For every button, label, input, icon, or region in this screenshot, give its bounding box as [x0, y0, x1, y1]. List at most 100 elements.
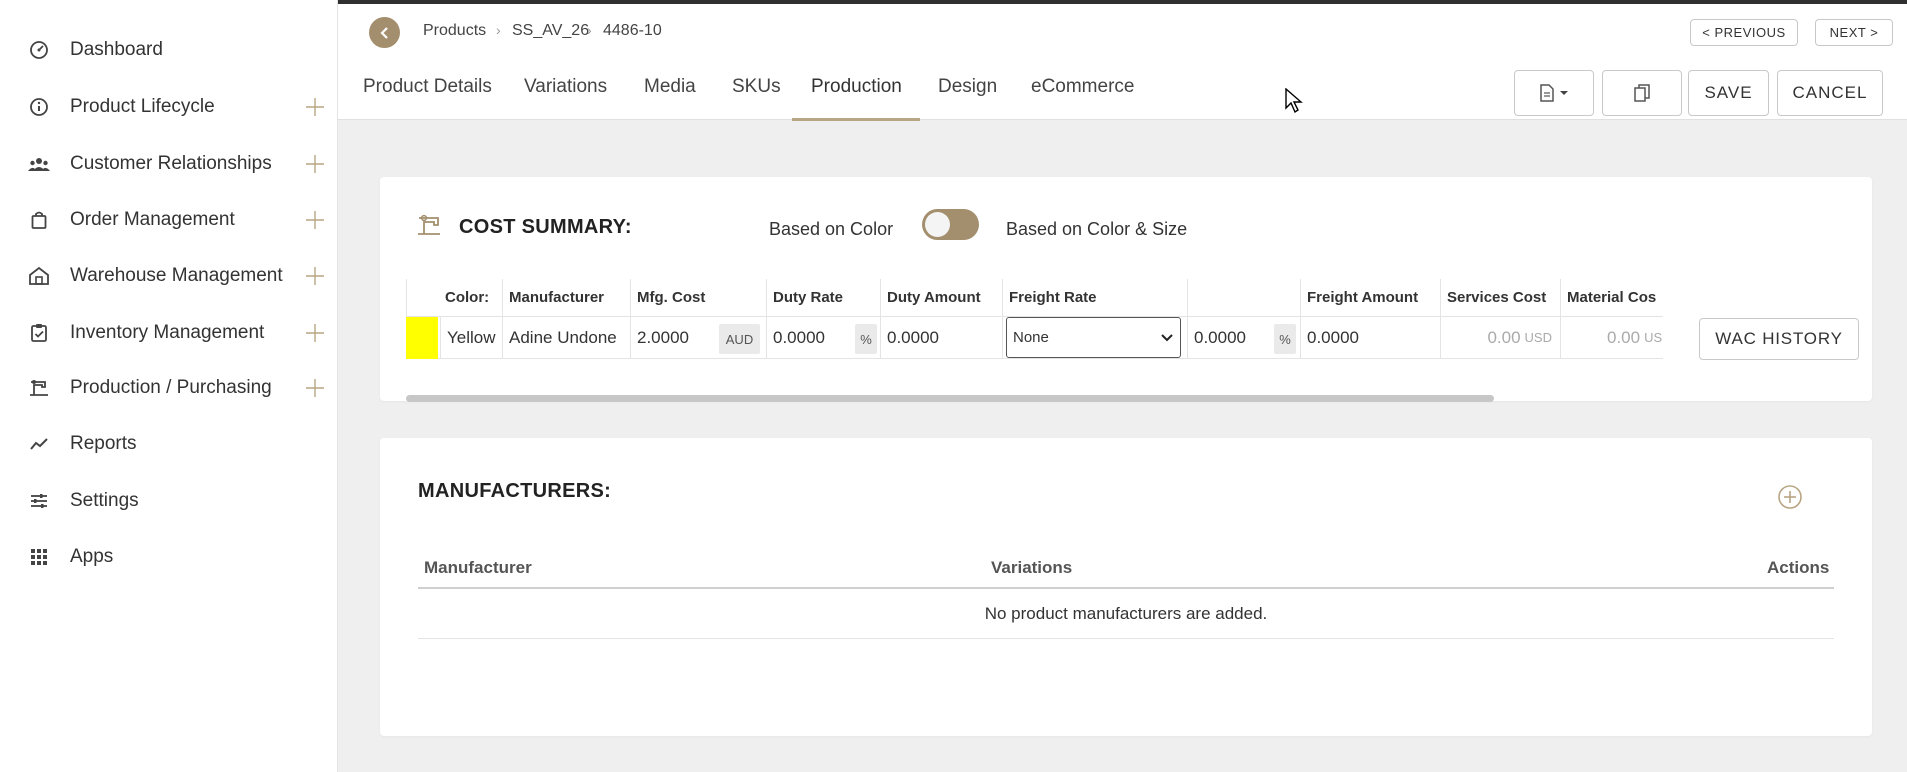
services-cost-currency: USD	[1524, 330, 1552, 345]
breadcrumb-separator: ›	[587, 22, 592, 38]
sidebar-item-label: Warehouse Management	[70, 265, 283, 286]
column-header-manufacturer: Manufacturer	[502, 279, 630, 316]
cost-basis-toggle[interactable]	[922, 209, 979, 240]
breadcrumb-products[interactable]: Products	[423, 22, 486, 40]
next-button[interactable]: NEXT >	[1815, 19, 1893, 46]
sidebar-item-customer-relationships[interactable]: Customer Relationships	[0, 142, 338, 186]
breadcrumb-separator: ›	[496, 22, 501, 38]
copy-button[interactable]	[1602, 70, 1682, 116]
breadcrumb-current: 4486-10	[603, 22, 662, 39]
back-button[interactable]	[369, 17, 400, 48]
sidebar-item-label: Inventory Management	[70, 322, 265, 343]
material-cost-value: 0.00	[1607, 327, 1641, 347]
material-cost-currency: US	[1644, 330, 1663, 345]
column-header-mfg-cost: Mfg. Cost	[630, 279, 766, 316]
save-button[interactable]: SAVE	[1688, 70, 1769, 116]
document-icon	[1540, 84, 1554, 102]
tab-product-details[interactable]: Product Details	[363, 76, 492, 98]
toggle-label-color-size: Based on Color & Size	[1006, 219, 1188, 239]
freight-amount-value: 0.0000	[1307, 327, 1359, 347]
mfg-cost-value: 2.0000	[637, 327, 689, 347]
toggle-label-color: Based on Color	[769, 219, 894, 239]
material-cost-cell: 0.00 US	[1560, 316, 1663, 359]
column-header-blank	[1187, 279, 1300, 316]
previous-button[interactable]: < PREVIOUS	[1690, 19, 1798, 46]
chevron-left-icon	[379, 26, 388, 39]
manufacturer-cell: Adine Undone	[502, 316, 630, 359]
manufacturers-title: MANUFACTURERS:	[418, 480, 612, 502]
breadcrumb-collection[interactable]: SS_AV_26	[512, 22, 589, 40]
column-header-duty-rate: Duty Rate	[766, 279, 880, 316]
sidebar-item-production-purchasing[interactable]: Production / Purchasing	[0, 366, 338, 410]
sidebar-item-reports[interactable]: Reports	[0, 422, 338, 466]
sidebar-item-label: Customer Relationships	[70, 153, 272, 174]
color-cell: Yellow	[440, 316, 502, 359]
mouse-cursor-icon	[1285, 88, 1303, 114]
cancel-button[interactable]: CANCEL	[1777, 70, 1883, 116]
tab-ecommerce[interactable]: eCommerce	[1031, 76, 1134, 98]
freight-rate-selected: None	[1013, 329, 1049, 346]
duty-rate-value: 0.0000	[773, 327, 825, 347]
column-header-actions: Actions	[1767, 558, 1830, 577]
document-menu-button[interactable]	[1514, 70, 1594, 116]
tab-variations[interactable]: Variations	[524, 76, 607, 98]
tab-design[interactable]: Design	[938, 76, 997, 98]
sidebar-item-label: Reports	[70, 433, 137, 454]
people-icon	[28, 153, 50, 175]
column-header-services-cost: Services Cost	[1440, 279, 1560, 316]
sidebar-item-label: Production / Purchasing	[70, 377, 272, 398]
empty-table-message: No product manufacturers are added.	[418, 589, 1834, 639]
clipboard-check-icon	[28, 322, 50, 344]
sidebar-item-label: Apps	[70, 546, 114, 567]
sewing-machine-icon	[28, 377, 50, 399]
active-tab-indicator	[792, 118, 920, 121]
sidebar-item-label: Order Management	[70, 209, 235, 230]
sidebar-item-apps[interactable]: Apps	[0, 535, 338, 579]
sewing-machine-icon	[418, 214, 440, 235]
color-swatch-cell	[406, 316, 440, 359]
sliders-icon	[28, 490, 50, 512]
tab-production[interactable]: Production	[811, 76, 902, 98]
services-cost-cell: 0.00 USD	[1440, 316, 1560, 359]
cost-summary-table: Color: Manufacturer Mfg. Cost Duty Rate …	[406, 279, 1663, 359]
expand-plus-icon[interactable]	[304, 153, 326, 175]
column-header-duty-amount: Duty Amount	[880, 279, 1002, 316]
expand-plus-icon[interactable]	[304, 209, 326, 231]
duty-amount-value: 0.0000	[887, 327, 939, 347]
sidebar-item-warehouse-management[interactable]: Warehouse Management	[0, 254, 338, 298]
cost-summary-title: COST SUMMARY:	[459, 216, 632, 238]
tab-media[interactable]: Media	[644, 76, 696, 98]
color-swatch	[406, 316, 438, 359]
grid-icon	[28, 546, 50, 568]
sidebar-item-settings[interactable]: Settings	[0, 479, 338, 523]
column-header-color: Color:	[406, 279, 500, 316]
duty-amount-input[interactable]: 0.0000	[880, 316, 1002, 359]
sidebar-item-dashboard[interactable]: Dashboard	[0, 28, 338, 72]
mfg-currency-addon: AUD	[719, 324, 760, 354]
expand-plus-icon[interactable]	[304, 322, 326, 344]
sidebar-item-label: Settings	[70, 490, 139, 511]
freight-rate-select[interactable]: None	[1006, 317, 1181, 358]
tab-skus[interactable]: SKUs	[732, 76, 781, 98]
freight-percent-value: 0.0000	[1194, 327, 1246, 347]
sidebar-item-product-lifecycle[interactable]: Product Lifecycle	[0, 85, 338, 129]
horizontal-scrollbar[interactable]	[406, 395, 1494, 402]
sidebar-item-inventory-management[interactable]: Inventory Management	[0, 311, 338, 355]
sidebar-item-order-management[interactable]: Order Management	[0, 198, 338, 242]
chevron-down-icon	[1161, 334, 1173, 342]
line-chart-icon	[28, 433, 50, 455]
copy-icon	[1634, 84, 1650, 102]
expand-plus-icon[interactable]	[304, 265, 326, 287]
column-header-manufacturer: Manufacturer	[424, 558, 532, 577]
add-manufacturer-icon[interactable]	[1777, 484, 1803, 510]
expand-plus-icon[interactable]	[304, 96, 326, 118]
dashboard-gauge-icon	[28, 39, 50, 61]
sidebar: Dashboard Product Lifecycle Customer Rel…	[0, 0, 338, 772]
column-header-freight-rate: Freight Rate	[1002, 279, 1187, 316]
column-header-variations: Variations	[991, 558, 1073, 577]
expand-plus-icon[interactable]	[304, 377, 326, 399]
page-header: Products › SS_AV_26 › 4486-10 < PREVIOUS…	[338, 4, 1907, 121]
column-header-material-cost: Material Cos	[1560, 279, 1663, 316]
freight-amount-input[interactable]: 0.0000	[1300, 316, 1440, 359]
wac-history-button[interactable]: WAC HISTORY	[1699, 318, 1859, 360]
